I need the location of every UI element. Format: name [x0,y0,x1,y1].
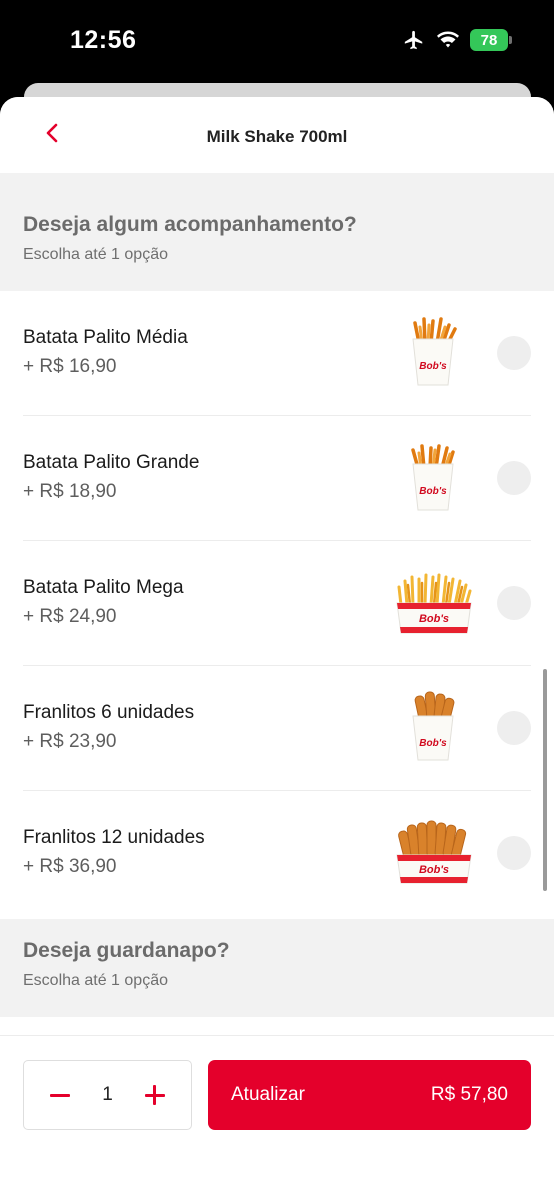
battery-level: 78 [480,31,498,49]
status-bar: 12:56 78 [0,0,554,82]
sides-option-list: Batata Palito Média + R$ 16,90 Bob's Bat… [0,291,554,916]
option-radio[interactable] [497,586,531,620]
section-sides-title: Deseja algum acompanhamento? [23,213,357,236]
svg-text:Bob's: Bob's [419,361,447,372]
option-name: Batata Palito Mega [23,577,184,598]
airplane-icon [402,29,426,51]
update-button-total: R$ 57,80 [430,1084,508,1105]
app-screen: 12:56 78 Milk Shake 700ml Deseja algum a… [0,0,554,1200]
franlitos-6-image: Bob's [395,688,473,766]
page-title: Milk Shake 700ml [206,127,348,146]
decrease-button[interactable] [48,1083,72,1107]
option-item[interactable]: Franlitos 12 unidades + R$ 36,90 Bob's [23,791,531,916]
svg-text:Bob's: Bob's [419,486,447,497]
option-price: + R$ 23,90 [23,731,117,752]
battery-icon: 78 [470,29,512,51]
status-time: 12:56 [70,26,137,54]
option-name: Franlitos 6 unidades [23,702,195,723]
option-radio[interactable] [497,461,531,495]
option-radio[interactable] [497,836,531,870]
order-footer: 1 Atualizar R$ 57,80 [0,1035,554,1200]
update-button[interactable]: Atualizar R$ 57,80 [208,1060,531,1130]
svg-text:Bob's: Bob's [419,613,449,625]
section-napkin-subtitle: Escolha até 1 opção [23,972,168,989]
option-name: Franlitos 12 unidades [23,827,205,848]
quantity-stepper: 1 [23,1060,192,1130]
section-sides-header: Deseja algum acompanhamento? Escolha até… [0,173,554,291]
svg-text:Bob's: Bob's [419,864,449,876]
option-item[interactable]: Batata Palito Média + R$ 16,90 Bob's [23,291,531,416]
option-name: Batata Palito Grande [23,452,200,473]
option-item[interactable]: Franlitos 6 unidades + R$ 23,90 Bob's [23,666,531,791]
fries-medium-image: Bob's [395,313,473,391]
status-icons: 78 [402,29,512,51]
scrollbar[interactable] [543,669,547,891]
franlitos-12-image: Bob's [395,813,473,891]
section-napkin-header: Deseja guardanapo? Escolha até 1 opção [0,919,554,1017]
option-price: + R$ 24,90 [23,606,117,627]
update-button-label: Atualizar [231,1084,305,1105]
wifi-icon [436,30,460,50]
section-sides-subtitle: Escolha até 1 opção [23,246,168,263]
quantity-value: 1 [102,1084,113,1105]
option-radio[interactable] [497,711,531,745]
option-name: Batata Palito Média [23,327,188,348]
increase-button[interactable] [143,1083,167,1107]
option-item[interactable]: Batata Palito Mega + R$ 24,90 Bob's [23,541,531,666]
sheet-header: Milk Shake 700ml [0,97,554,173]
section-napkin-title: Deseja guardanapo? [23,939,230,962]
option-radio[interactable] [497,336,531,370]
option-price: + R$ 18,90 [23,481,117,502]
svg-text:Bob's: Bob's [419,738,447,749]
option-price: + R$ 36,90 [23,856,117,877]
product-sheet: Milk Shake 700ml Deseja algum acompanham… [0,97,554,1200]
fries-large-image: Bob's [395,438,473,516]
option-price: + R$ 16,90 [23,356,117,377]
option-item[interactable]: Batata Palito Grande + R$ 18,90 Bob's [23,416,531,541]
fries-mega-image: Bob's [395,563,473,641]
